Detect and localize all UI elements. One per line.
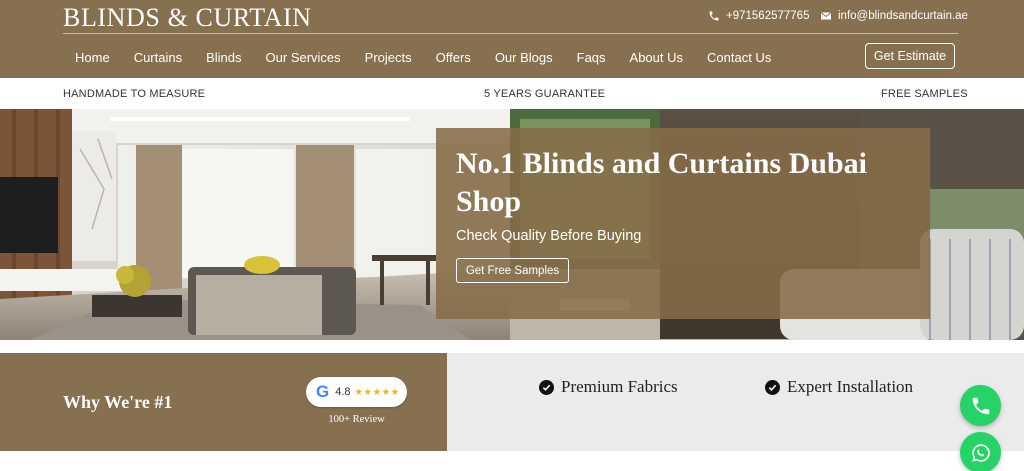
phone-contact[interactable]: +971562577765	[708, 10, 809, 22]
feature-premium-fabrics: Premium Fabrics	[539, 377, 678, 397]
hero-title: No.1 Blinds and Curtains Dubai Shop	[456, 147, 867, 218]
get-estimate-button[interactable]: Get Estimate	[865, 43, 955, 69]
star-rating-icon: ★★★★★	[354, 386, 400, 398]
envelope-icon	[820, 12, 832, 20]
google-rating-badge[interactable]: G 4.8 ★★★★★	[306, 377, 407, 407]
nav-faqs[interactable]: Faqs	[577, 50, 606, 65]
google-icon: G	[316, 382, 330, 401]
nav-our-services[interactable]: Our Services	[266, 50, 341, 65]
features-section: Premium Fabrics Expert Installation	[447, 353, 1024, 451]
nav-about-us[interactable]: About Us	[630, 50, 683, 65]
main-nav: Home Curtains Blinds Our Services Projec…	[63, 48, 771, 66]
check-circle-icon	[765, 379, 780, 395]
nav-offers[interactable]: Offers	[436, 50, 471, 65]
phone-number: +971562577765	[726, 10, 810, 22]
feature-label: Expert Installation	[787, 377, 914, 396]
nav-blinds[interactable]: Blinds	[206, 50, 241, 65]
hero-subtitle: Check Quality Before Buying	[456, 228, 642, 244]
usp-strip: HANDMADE TO MEASURE 5 YEARS GUARANTEE FR…	[0, 80, 1024, 109]
review-count: 100+ Review	[328, 414, 385, 425]
check-circle-icon	[539, 379, 554, 395]
why-section: Why We're #1 G 4.8 ★★★★★ 100+ Review	[0, 353, 447, 451]
call-icon	[972, 397, 989, 414]
header-divider	[63, 33, 958, 34]
email-address: info@blindsandcurtain.ae	[838, 10, 968, 22]
call-button[interactable]	[960, 385, 1001, 426]
rating-value: 4.8	[335, 386, 351, 398]
why-title: Why We're #1	[63, 392, 173, 412]
whatsapp-icon	[971, 443, 990, 462]
usp-free-samples: FREE SAMPLES	[881, 88, 968, 100]
email-contact[interactable]: info@blindsandcurtain.ae	[820, 10, 968, 22]
nav-projects[interactable]: Projects	[365, 50, 412, 65]
phone-icon	[709, 11, 719, 21]
feature-expert-installation: Expert Installation	[765, 377, 913, 397]
nav-contact-us[interactable]: Contact Us	[707, 50, 771, 65]
whatsapp-button[interactable]	[960, 432, 1001, 471]
nav-our-blogs[interactable]: Our Blogs	[495, 50, 553, 65]
get-free-samples-button[interactable]: Get Free Samples	[456, 258, 569, 283]
feature-label: Premium Fabrics	[561, 377, 678, 396]
usp-guarantee: 5 YEARS GUARANTEE	[484, 88, 606, 100]
usp-handmade: HANDMADE TO MEASURE	[63, 88, 206, 100]
site-header: BLINDS & CURTAIN +971562577765 info@blin…	[0, 0, 1024, 80]
hero-banner: No.1 Blinds and Curtains Dubai Shop Chec…	[0, 109, 1024, 340]
nav-home[interactable]: Home	[75, 50, 110, 65]
nav-curtains[interactable]: Curtains	[134, 50, 182, 65]
site-logo[interactable]: BLINDS & CURTAIN	[63, 3, 312, 33]
